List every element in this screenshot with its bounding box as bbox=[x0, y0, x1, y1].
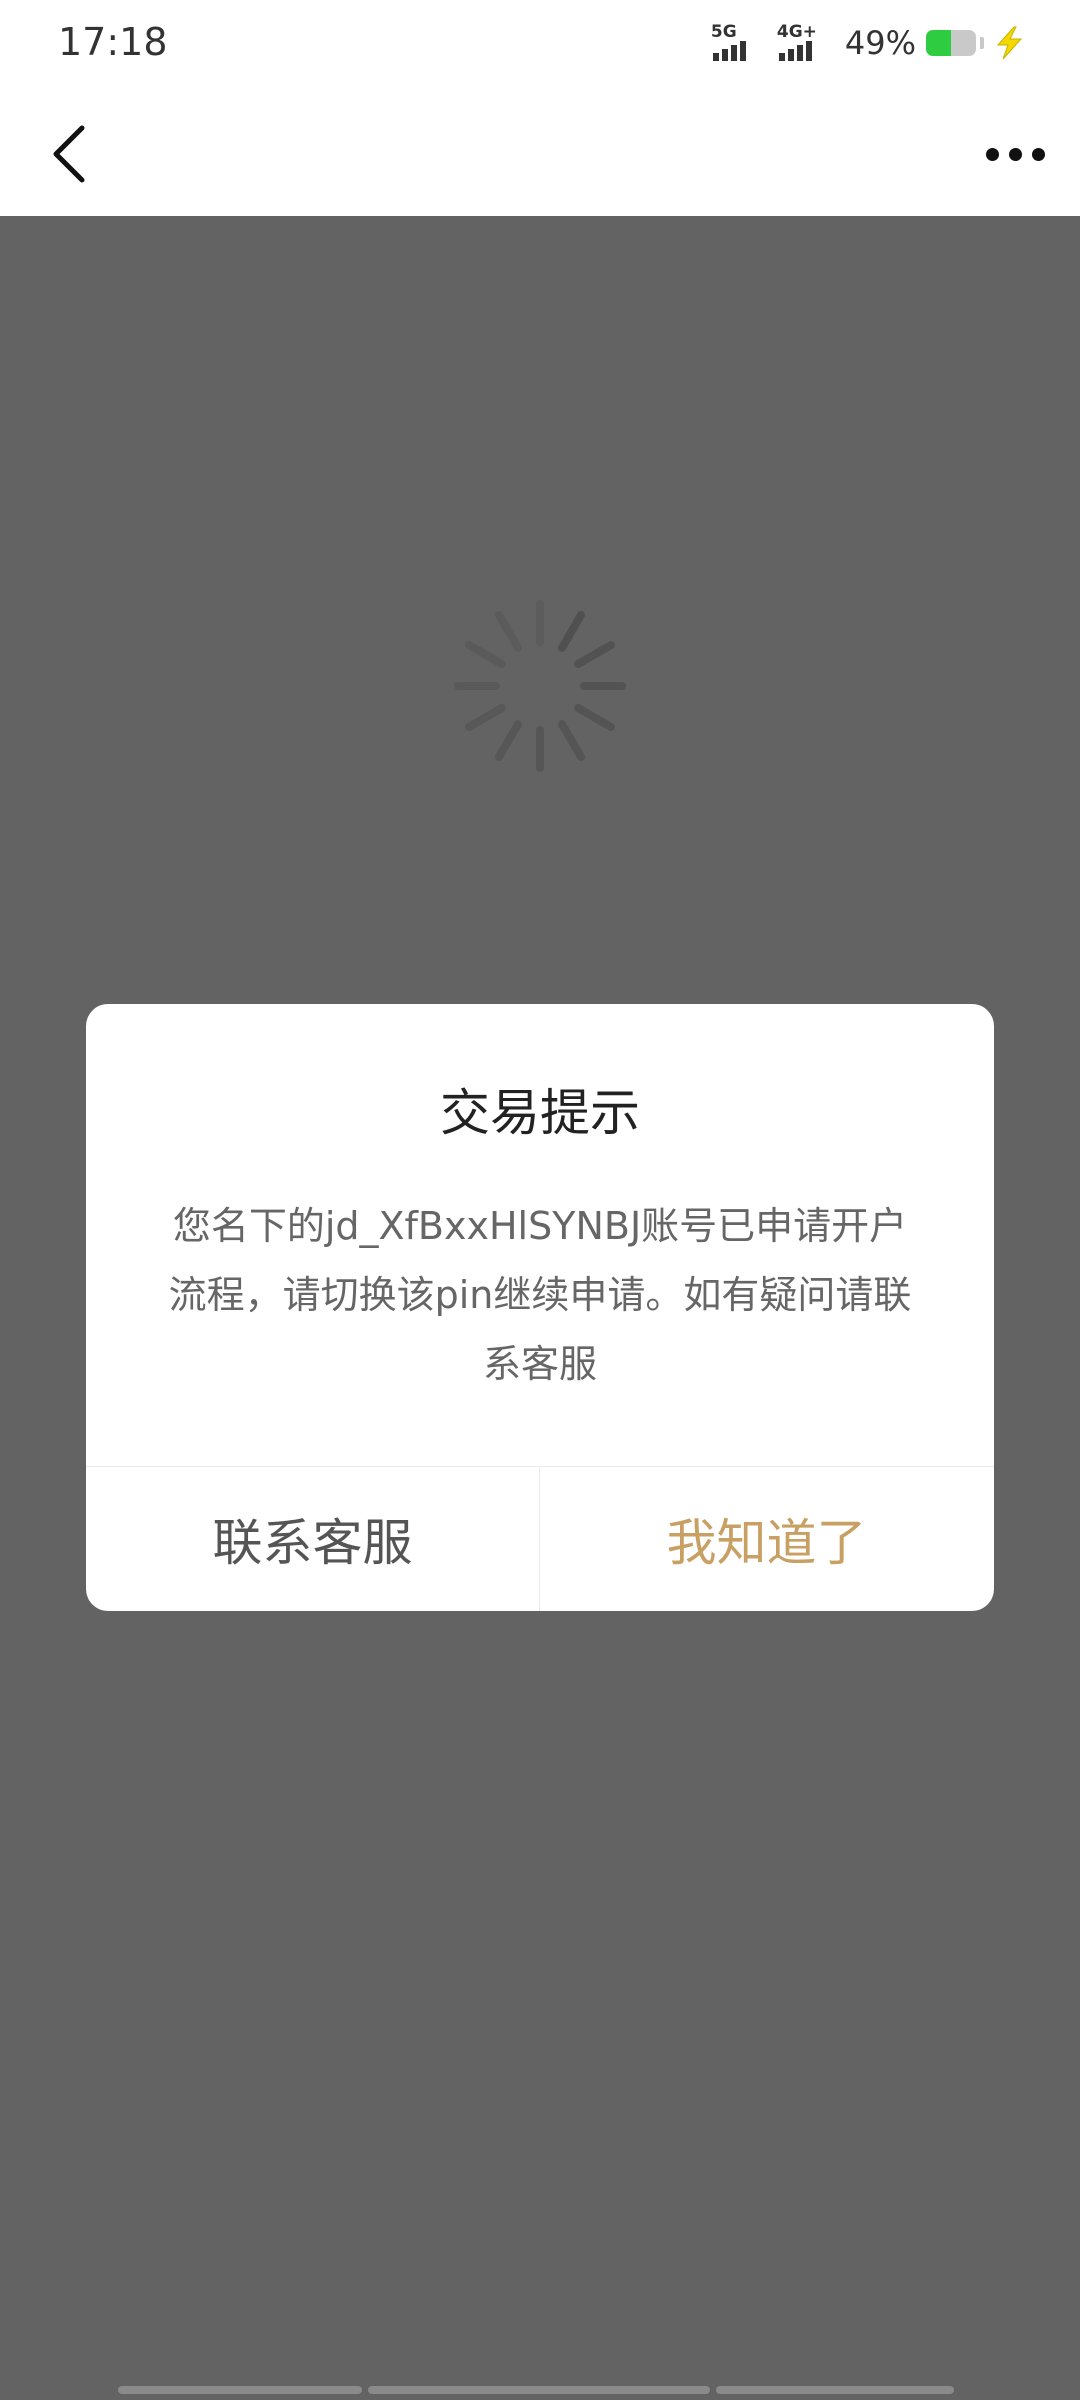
spinner-spoke bbox=[558, 720, 585, 762]
charging-icon bbox=[996, 26, 1023, 60]
dialog-title: 交易提示 bbox=[440, 1084, 640, 1142]
more-button[interactable] bbox=[970, 114, 1060, 194]
spinner-spoke bbox=[574, 704, 616, 731]
spinner-spoke bbox=[574, 641, 616, 668]
acknowledge-button[interactable]: 我知道了 bbox=[540, 1467, 993, 1611]
more-dot bbox=[1031, 147, 1045, 161]
screen: 17:18 5G 4G+ 49% 交易提示 您名下的jd_XfBxxHlSYNB… bbox=[0, 0, 1080, 2400]
dialog-message: 您名下的jd_XfBxxHlSYNBJ账号已申请开户流程，请切换该pin继续申请… bbox=[168, 1204, 912, 1386]
indicator-segment bbox=[118, 2386, 363, 2394]
spinner-spoke bbox=[495, 610, 522, 652]
more-horizontal-icon bbox=[985, 147, 999, 161]
nav-bar bbox=[0, 84, 1080, 216]
battery-tip bbox=[980, 37, 984, 49]
signal-bars bbox=[778, 41, 815, 61]
status-time: 17:18 bbox=[58, 20, 168, 64]
spinner-spoke bbox=[558, 610, 585, 652]
spinner-icon bbox=[454, 600, 626, 772]
signal-4g-icon: 4G+ bbox=[775, 23, 829, 63]
network-label-4g: 4G+ bbox=[776, 22, 817, 42]
spinner-spoke bbox=[495, 720, 522, 762]
battery-fill bbox=[926, 30, 951, 56]
signal-5g-icon: 5G bbox=[709, 23, 763, 63]
chevron-left-icon bbox=[53, 125, 85, 183]
home-indicator bbox=[118, 2386, 960, 2394]
indicator-segment bbox=[715, 2386, 954, 2394]
back-button[interactable] bbox=[30, 114, 110, 194]
alert-dialog: 交易提示 您名下的jd_XfBxxHlSYNBJ账号已申请开户流程，请切换该pi… bbox=[86, 1004, 994, 1611]
battery-icon bbox=[926, 30, 976, 56]
status-bar: 17:18 5G 4G+ 49% bbox=[0, 0, 1080, 84]
battery-percent: 49% bbox=[844, 24, 916, 62]
indicator-segment bbox=[368, 2386, 710, 2394]
spinner-spoke bbox=[464, 704, 506, 731]
more-dot bbox=[1008, 147, 1022, 161]
status-indicators: 5G 4G+ 49% bbox=[709, 18, 1024, 68]
spinner-spoke bbox=[464, 641, 506, 668]
contact-support-button[interactable]: 联系客服 bbox=[86, 1467, 539, 1611]
signal-bars bbox=[712, 41, 749, 61]
network-label-5g: 5G bbox=[710, 22, 737, 42]
